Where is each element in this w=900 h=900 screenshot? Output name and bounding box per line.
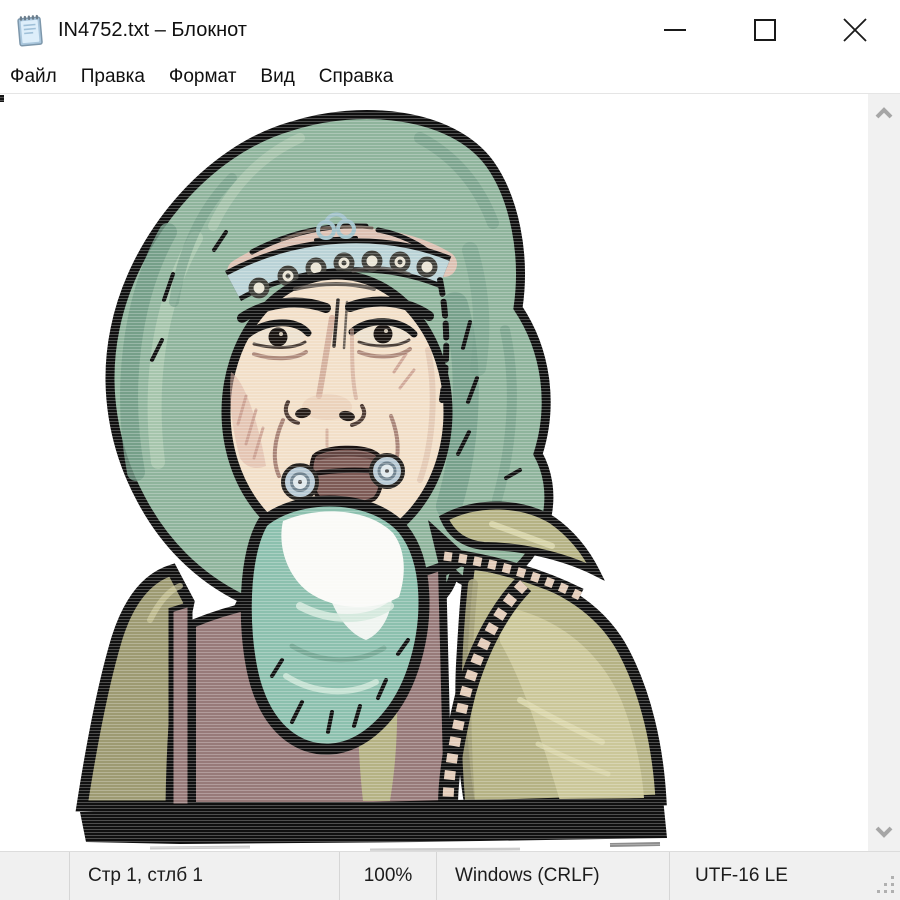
menubar: Файл Правка Формат Вид Справка [0,60,900,94]
notepad-window: IN4752.txt – Блокнот Файл Правка Формат … [0,0,900,900]
maximize-icon [752,17,778,43]
menu-item-view[interactable]: Вид [248,60,306,93]
window-title: IN4752.txt – Блокнот [58,19,247,42]
menu-item-file[interactable]: Файл [0,60,69,93]
chevron-up-icon [875,107,893,119]
vertical-scrollbar[interactable] [868,94,900,851]
minimize-button[interactable] [630,0,720,60]
left-arm-trim [171,604,190,806]
document-artwork [0,94,868,851]
scroll-down-button[interactable] [868,815,900,849]
status-zoom[interactable]: 100% [340,852,437,900]
status-spacer [0,852,70,900]
right-iris [374,325,393,344]
statusbar: Стр 1, стлб 1 100% Windows (CRLF) UTF-16… [0,851,900,900]
fur-muff [246,501,424,749]
status-cursor-position: Стр 1, стлб 1 [70,852,340,900]
text-area[interactable] [0,94,868,851]
left-labret [283,465,317,499]
right-labret [371,455,403,487]
minimize-icon [662,17,688,43]
close-button[interactable] [810,0,900,60]
scroll-up-button[interactable] [868,96,900,130]
menu-item-help[interactable]: Справка [307,60,406,93]
menu-item-format[interactable]: Формат [157,60,249,93]
notepad-icon [11,11,49,49]
menu-item-edit[interactable]: Правка [69,60,157,93]
status-encoding: UTF-16 LE [670,852,900,900]
titlebar[interactable]: IN4752.txt – Блокнот [0,0,900,60]
maximize-button[interactable] [720,0,810,60]
caption-buttons [630,0,900,60]
left-iris [269,328,288,347]
chevron-down-icon [875,826,893,838]
resize-grip-icon[interactable] [875,874,897,896]
close-icon [841,16,869,44]
status-line-ending: Windows (CRLF) [437,852,670,900]
